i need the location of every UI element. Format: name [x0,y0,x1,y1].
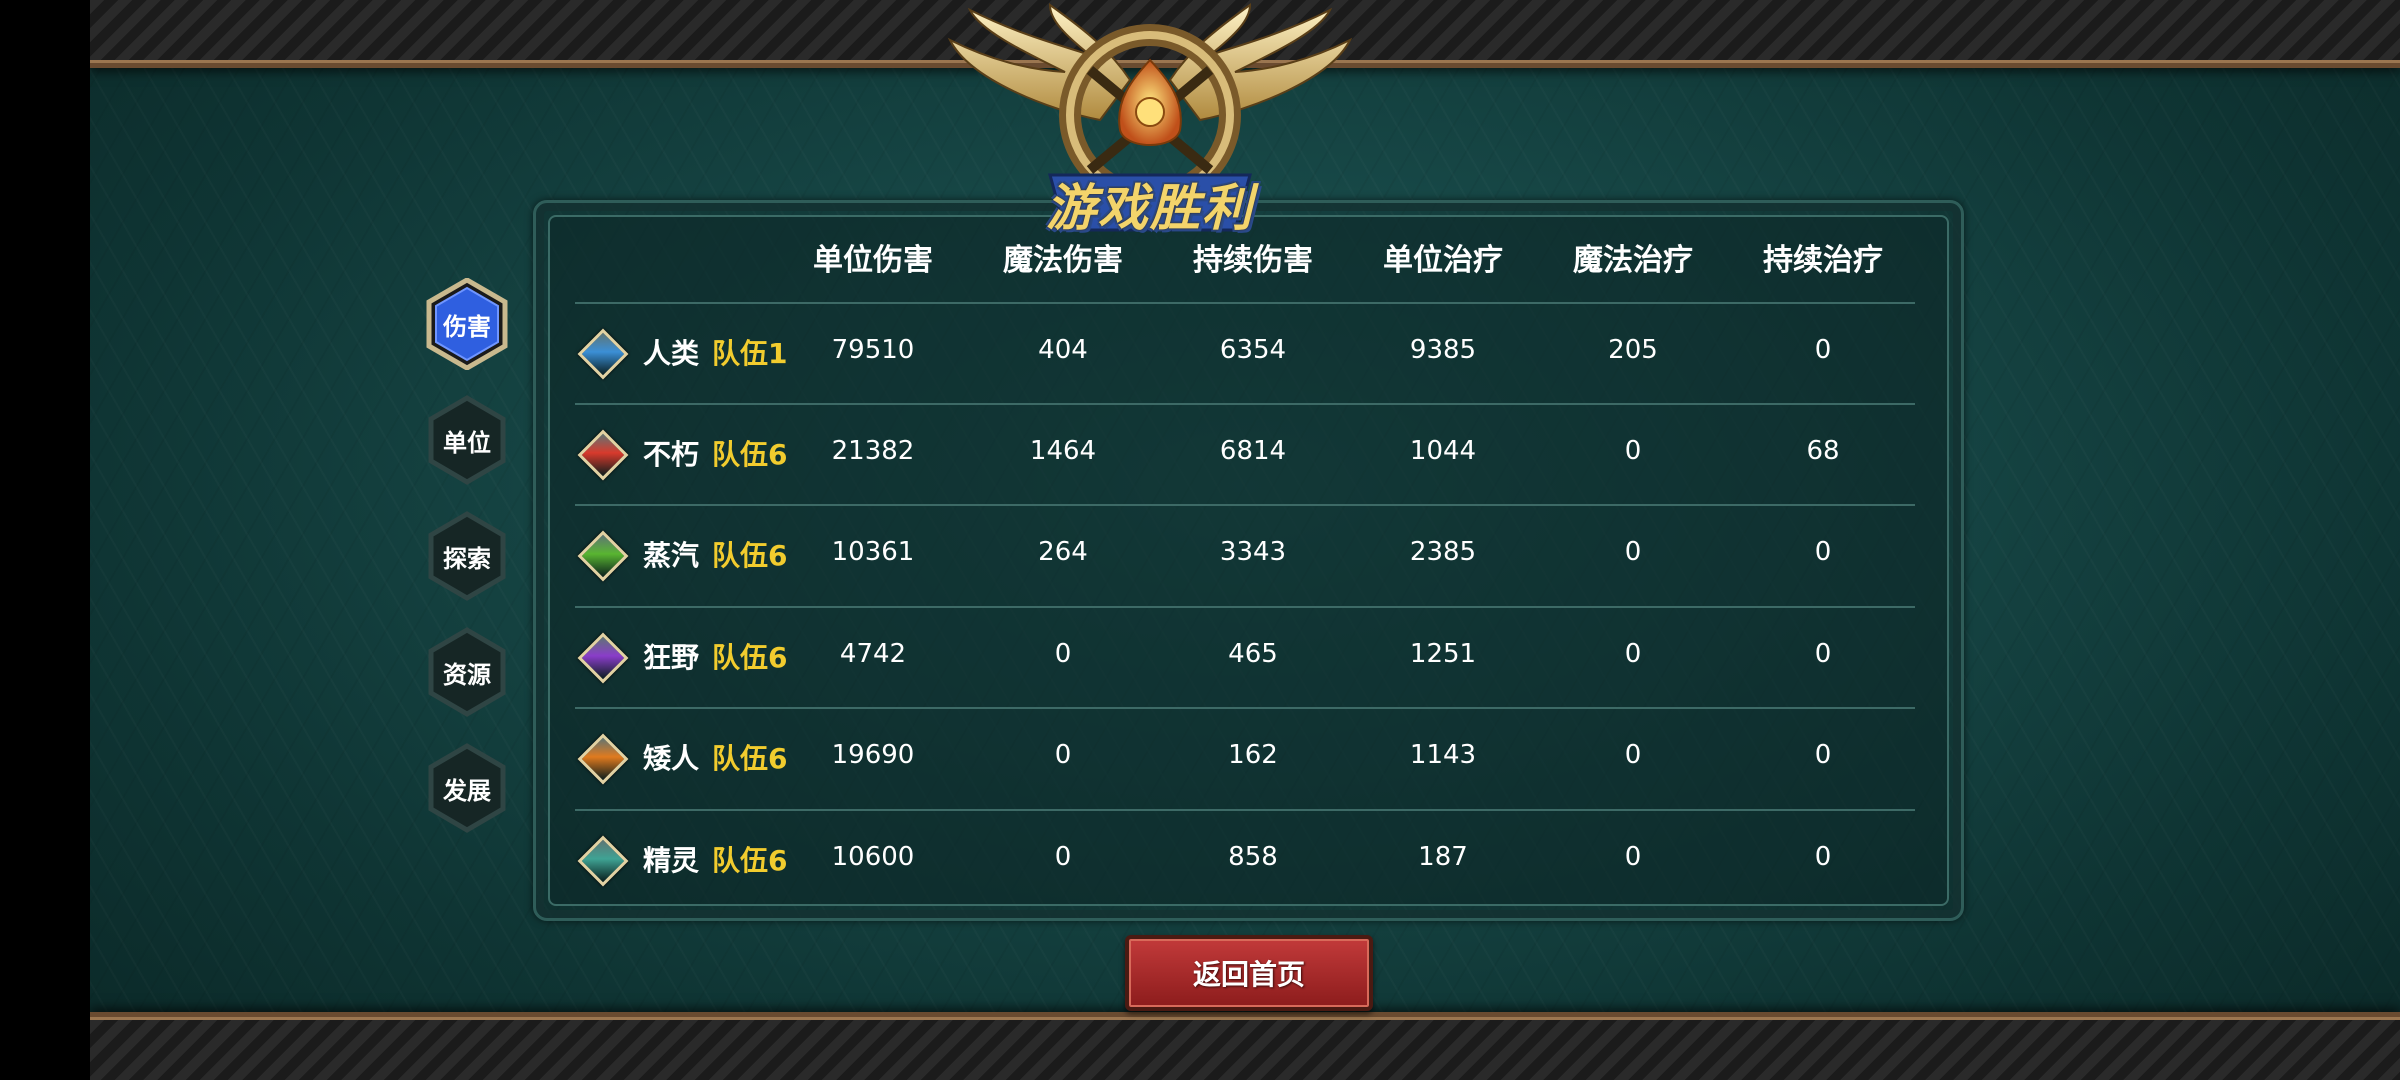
unit-damage-value: 79510 [831,335,915,365]
tab-label: 资源 [443,660,491,689]
table-row: 不朽 队伍6 21382 1464 6814 1044 0 68 [0,403,2400,503]
magic-damage-value: 0 [1054,740,1072,770]
dot-damage-value: 3343 [1219,537,1287,567]
tab-label: 伤害 [443,312,491,341]
team-label: 队伍6 [712,438,788,471]
race-name: 不朽 [643,438,700,471]
team-label: 队伍6 [712,539,788,572]
dot-damage-value: 6814 [1219,436,1287,466]
col-header-magic-heal: 魔法治疗 [1573,243,1693,278]
tab-development[interactable]: 发展 [425,742,509,834]
return-home-button[interactable]: 返回首页 [1125,935,1373,1011]
tab-units[interactable]: 单位 [425,394,509,486]
col-header-dot-damage: 持续伤害 [1193,243,1313,278]
tab-label: 发展 [443,776,491,805]
magic-heal-value: 0 [1624,842,1642,872]
magic-heal-value: 0 [1624,537,1642,567]
race-name: 狂野 [643,641,700,674]
tab-damage[interactable]: 伤害 [425,278,509,370]
magic-heal-value: 0 [1624,639,1642,669]
teal-gem-icon [577,835,629,887]
hot-heal-value: 0 [1814,639,1832,669]
victory-title: 游戏胜利 [1046,179,1254,237]
unit-heal-value: 1044 [1409,436,1477,466]
team-label: 队伍6 [712,844,788,877]
hot-heal-value: 68 [1806,436,1840,466]
hot-heal-value: 0 [1814,335,1832,365]
race-name: 蒸汽 [643,539,700,572]
red-gem-icon [577,429,629,481]
table-row: 人类 队伍1 79510 404 6354 9385 205 0 [0,302,2400,402]
unit-heal-value: 187 [1418,842,1468,872]
unit-heal-value: 1251 [1409,639,1477,669]
dot-damage-value: 858 [1228,842,1278,872]
table-row: 狂野 队伍6 4742 0 465 1251 0 0 [0,606,2400,706]
unit-damage-value: 19690 [831,740,915,770]
unit-damage-value: 10361 [831,537,915,567]
green-gem-icon [577,530,629,582]
blue-gem-icon [577,328,629,380]
dot-damage-value: 6354 [1219,335,1287,365]
table-row: 蒸汽 队伍6 10361 264 3343 2385 0 0 [0,504,2400,604]
magic-heal-value: 205 [1608,335,1658,365]
race-name: 矮人 [643,742,700,775]
tab-label: 探索 [443,544,491,573]
magic-damage-value: 1464 [1029,436,1097,466]
col-header-hot-heal: 持续治疗 [1763,243,1883,278]
team-label: 队伍1 [712,337,788,370]
hot-heal-value: 0 [1814,740,1832,770]
magic-damage-value: 0 [1054,639,1072,669]
col-header-unit-heal: 单位治疗 [1383,243,1503,278]
col-header-unit-damage: 单位伤害 [813,243,933,278]
hot-heal-value: 0 [1814,537,1832,567]
table-row: 精灵 队伍6 10600 0 858 187 0 0 [0,809,2400,909]
table-row: 矮人 队伍6 19690 0 162 1143 0 0 [0,707,2400,807]
magic-damage-value: 0 [1054,842,1072,872]
race-name: 人类 [643,337,700,370]
magic-damage-value: 264 [1038,537,1088,567]
unit-heal-value: 1143 [1409,740,1477,770]
unit-damage-value: 4742 [839,639,907,669]
magic-damage-value: 404 [1038,335,1088,365]
unit-heal-value: 9385 [1409,335,1477,365]
tab-explore[interactable]: 探索 [425,510,509,602]
race-name: 精灵 [643,844,700,877]
hot-heal-value: 0 [1814,842,1832,872]
tab-resources[interactable]: 资源 [425,626,509,718]
unit-damage-value: 10600 [831,842,915,872]
team-label: 队伍6 [712,641,788,674]
dot-damage-value: 162 [1228,740,1278,770]
dot-damage-value: 465 [1228,639,1278,669]
tab-label: 单位 [443,428,491,457]
orange-gem-icon [577,733,629,785]
unit-damage-value: 21382 [831,436,915,466]
bottom-border [90,1012,2400,1080]
unit-heal-value: 2385 [1409,537,1477,567]
team-label: 队伍6 [712,742,788,775]
col-header-magic-damage: 魔法伤害 [1003,243,1123,278]
magic-heal-value: 0 [1624,436,1642,466]
magic-heal-value: 0 [1624,740,1642,770]
purple-gem-icon [577,632,629,684]
